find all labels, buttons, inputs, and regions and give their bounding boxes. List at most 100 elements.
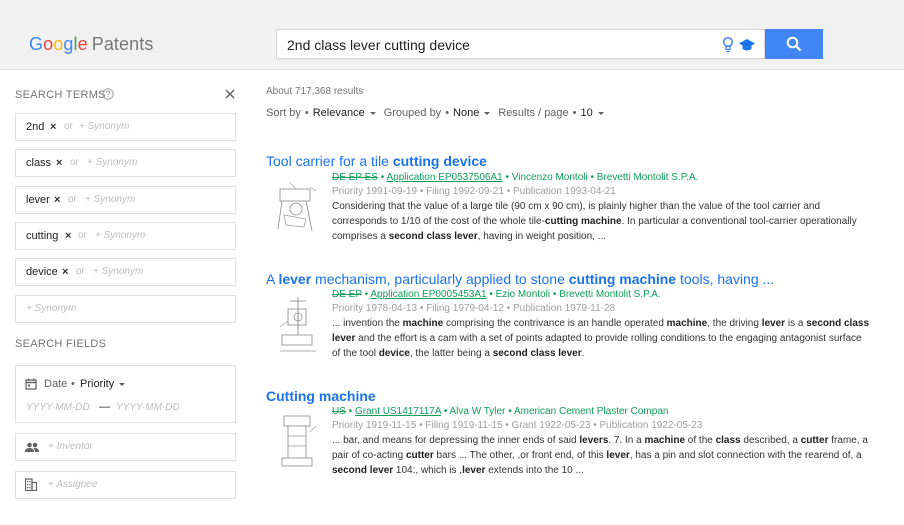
date-type-value: Priority [80, 378, 115, 390]
snippet-text: comprising the contrivance is an handle … [443, 318, 667, 329]
snippet-text: extends into the 10 ... [485, 465, 584, 476]
snippet-highlight: cutting machine [544, 216, 622, 227]
patent-drawing-thumbnail[interactable] [276, 179, 318, 243]
title-text: tools, having ... [676, 271, 775, 287]
help-icon[interactable] [102, 88, 114, 100]
synonym-input[interactable]: + Synonym [85, 194, 135, 205]
search-term-chip[interactable]: 2nd × or + Synonym [15, 113, 236, 141]
result-snippet: ... invention the machine comprising the… [332, 316, 872, 361]
per-page-value: 10 [580, 107, 593, 119]
result-snippet: Considering that the value of a large ti… [332, 199, 872, 244]
search-icon [786, 36, 802, 52]
patent-drawing-thumbnail[interactable] [276, 412, 318, 476]
snippet-text: is a [785, 318, 807, 329]
logo-letter: e [77, 34, 88, 54]
result-title[interactable]: Cutting machine [266, 388, 886, 404]
sort-value: Relevance [312, 107, 365, 119]
header-bar: Google Patents [0, 0, 904, 70]
graduation-cap-icon[interactable] [739, 37, 755, 53]
assignee-name: Brevetti Montolit S.P.A. [559, 289, 661, 300]
meta-separator: • [486, 289, 496, 300]
result-item: Tool carrier for a tile cutting device D… [266, 153, 886, 242]
sort-dropdown[interactable]: Relevance [313, 107, 384, 119]
search-term-chip[interactable]: class × or + Synonym [15, 149, 236, 177]
new-synonym-input[interactable]: + Synonym [15, 295, 236, 323]
snippet-highlight: lever [606, 450, 630, 461]
search-term-chip[interactable]: lever × or + Synonym [15, 186, 236, 214]
result-meta: US • Grant US1417117A • Alva W Tyler • A… [332, 406, 872, 417]
title-highlight: cutting machine [568, 271, 677, 287]
patent-drawing-thumbnail[interactable] [276, 295, 318, 359]
or-label: or [68, 194, 77, 205]
snippet-highlight: machine [644, 435, 686, 446]
result-body: US • Grant US1417117A • Alva W Tyler • A… [332, 406, 872, 478]
search-input[interactable] [287, 36, 707, 54]
remove-term-icon[interactable]: × [65, 230, 71, 242]
inventor-name: Alva W Tyler [449, 406, 506, 417]
snippet-text: 104:, which is , [393, 465, 463, 476]
chevron-down-icon [484, 111, 491, 115]
snippet-text: described, a [740, 435, 801, 446]
separator-dot: • [572, 107, 577, 119]
group-dropdown[interactable]: None [453, 107, 498, 119]
snippet-text: bars ... The other, ,or front end, of th… [433, 450, 607, 461]
search-term-chip[interactable]: device × or + Synonym [15, 258, 236, 286]
separator-dot: • [445, 107, 450, 119]
remove-term-icon[interactable]: × [62, 266, 68, 278]
result-dates: Priority 1991-09-19 • Filing 1992-09-21 … [332, 186, 616, 197]
search-term-chip[interactable]: cutting × or + Synonym [15, 222, 236, 250]
search-button[interactable] [765, 29, 823, 59]
publication-link[interactable]: Grant US1417117A [355, 406, 441, 417]
logo-letter: o [43, 34, 54, 54]
snippet-text: , the latter being a [409, 348, 493, 359]
date-to-input[interactable]: YYYY-MM-DD [116, 402, 180, 413]
remove-term-icon[interactable]: × [54, 194, 60, 206]
snippet-highlight: second lever [332, 465, 394, 476]
snippet-text: of the [685, 435, 716, 446]
search-fields-title: SEARCH FIELDS [15, 338, 107, 350]
snippet-highlight: levers [579, 435, 609, 446]
remove-term-icon[interactable]: × [56, 157, 62, 169]
search-terms-title: SEARCH TERMS [15, 89, 106, 101]
result-title[interactable]: Tool carrier for a tile cutting device [266, 153, 886, 169]
date-type-dropdown[interactable]: Priority [80, 378, 126, 390]
title-highlight: Cutting machine [266, 388, 376, 404]
snippet-text: , having in weight position, ... [477, 231, 607, 242]
term-word: class [26, 157, 52, 169]
meta-separator: • [505, 406, 514, 417]
logo-letter: G [29, 34, 44, 54]
synonym-input[interactable]: + Synonym [95, 230, 145, 241]
inventor-field[interactable]: + Inventor [15, 433, 236, 461]
snippet-highlight: machine [666, 318, 708, 329]
date-range-dash: — [99, 401, 110, 413]
or-label: or [70, 157, 79, 168]
publication-link[interactable]: Application EP0537506A1 [386, 172, 502, 183]
snippet-highlight: device [378, 348, 410, 359]
date-from-input[interactable]: YYYY-MM-DD [26, 402, 90, 413]
date-label: Date [44, 378, 68, 390]
result-snippet: ... bar, and means for depressing the in… [332, 433, 872, 478]
lightbulb-icon[interactable] [722, 36, 734, 54]
sort-label: Sort by [266, 107, 301, 119]
clear-terms-icon[interactable] [224, 88, 236, 100]
result-meta: DE EP ES • Application EP0537506A1 • Vin… [332, 172, 872, 183]
calendar-icon [25, 378, 37, 390]
inventor-placeholder: + Inventor [48, 441, 93, 452]
assignee-name: Brevetti Montolit S.P.A. [596, 172, 699, 183]
synonym-input[interactable]: + Synonym [79, 121, 129, 132]
google-patents-logo[interactable]: Google Patents [29, 34, 153, 55]
assignee-field[interactable]: + Assignee [15, 471, 236, 499]
publication-link[interactable]: Application EP0005453A1 [370, 289, 486, 300]
people-icon [25, 442, 39, 452]
or-label: or [64, 121, 73, 132]
synonym-input[interactable]: + Synonym [87, 157, 137, 168]
synonym-input[interactable]: + Synonym [93, 266, 143, 277]
result-title[interactable]: A lever mechanism, particularly applied … [266, 271, 886, 287]
per-page-dropdown[interactable]: 10 [581, 107, 612, 119]
snippet-text: . [581, 348, 585, 359]
term-word: 2nd [26, 121, 45, 133]
snippet-highlight: machine [402, 318, 444, 329]
remove-term-icon[interactable]: × [50, 121, 56, 133]
meta-separator: • [502, 172, 512, 183]
search-box [276, 29, 765, 59]
